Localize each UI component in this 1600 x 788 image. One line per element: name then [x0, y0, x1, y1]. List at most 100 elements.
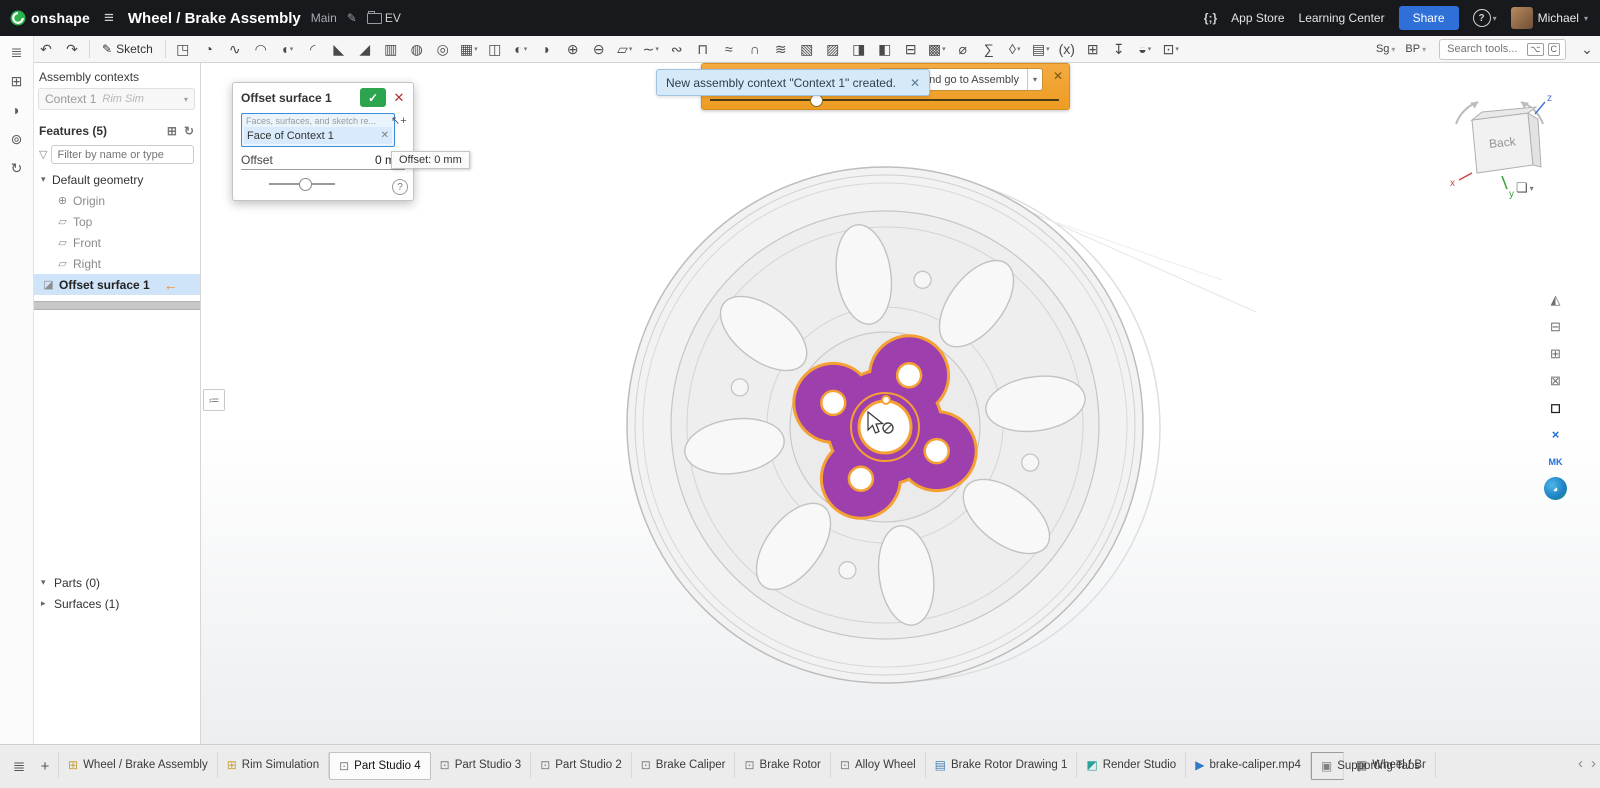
sweep-icon[interactable]: ∿: [222, 38, 248, 60]
insert-feature-icon[interactable]: ⊞: [167, 124, 177, 138]
toast-close-icon[interactable]: ✕: [910, 76, 920, 90]
x-app-icon[interactable]: ×: [1544, 423, 1567, 446]
chamfer-icon[interactable]: ◣: [326, 38, 352, 60]
share-button[interactable]: Share: [1399, 6, 1459, 30]
boundary-surface-icon[interactable]: ▧: [794, 38, 820, 60]
comments-icon[interactable]: ◗: [6, 99, 28, 121]
panel-resize-handle[interactable]: ≔: [203, 389, 225, 411]
thicken-icon[interactable]: ◖ ▾: [274, 38, 300, 60]
offset-value-input[interactable]: 0 mm: [273, 153, 405, 167]
feature-list-icon[interactable]: ≣: [6, 41, 28, 63]
offset-input-row[interactable]: Offset 0 mm: [241, 153, 405, 170]
configurations-icon[interactable]: ⊞: [6, 70, 28, 92]
appearance-icon[interactable]: ◒ ▾: [1132, 38, 1158, 60]
document-location[interactable]: EV: [367, 11, 401, 25]
hub-center-bore[interactable]: [859, 401, 911, 453]
add-tab-button[interactable]: +: [32, 753, 58, 779]
mk-app-icon[interactable]: MK: [1544, 450, 1567, 473]
feature-tree-item[interactable]: ▱ Front: [33, 232, 200, 253]
frame-icon[interactable]: ▤ ▾: [1028, 38, 1054, 60]
document-tab[interactable]: ⊡ Part Studio 3: [431, 752, 532, 778]
document-tab[interactable]: ▶ brake-caliper.mp4: [1186, 752, 1311, 778]
split-icon[interactable]: ◗: [534, 38, 560, 60]
tab-manager-icon[interactable]: ≣: [6, 753, 32, 779]
feature-tree-item[interactable]: ▱ Top: [33, 211, 200, 232]
toolbar-overflow-icon[interactable]: ⌄: [1574, 38, 1600, 60]
document-tab[interactable]: ⊡ Brake Caliper: [632, 752, 736, 778]
named-positions-icon[interactable]: ⊡ ▾: [1158, 38, 1184, 60]
rename-icon[interactable]: ✎: [347, 11, 357, 25]
document-tab[interactable]: ⊡ Part Studio 4: [329, 752, 431, 780]
hide-others-icon[interactable]: ◭: [1544, 288, 1567, 311]
mass-properties-icon[interactable]: ∑: [976, 38, 1002, 60]
section-view-icon[interactable]: ⊟: [1544, 315, 1567, 338]
rib-icon[interactable]: ▥: [378, 38, 404, 60]
hamburger-menu-icon[interactable]: ≡: [100, 8, 118, 28]
replace-face-icon[interactable]: ◧: [872, 38, 898, 60]
offset-surface-icon[interactable]: ≋: [768, 38, 794, 60]
transform-icon[interactable]: ⊕: [560, 38, 586, 60]
project-curve-icon[interactable]: ⊓: [690, 38, 716, 60]
sketch-button[interactable]: ✎ Sketch: [94, 38, 161, 60]
globe-app-icon[interactable]: ◕: [1544, 477, 1567, 500]
fill-surface-icon[interactable]: ▨: [820, 38, 846, 60]
feature-filter-input[interactable]: [51, 145, 194, 164]
help-menu[interactable]: ? ▾: [1473, 9, 1497, 27]
app-store-link[interactable]: App Store: [1231, 11, 1284, 25]
derived-icon[interactable]: ⊞: [1080, 38, 1106, 60]
go-to-assembly-caret-icon[interactable]: ▾: [1027, 69, 1042, 90]
tab-scroll-right-icon[interactable]: ›: [1591, 755, 1596, 772]
custom-feature-sg-button[interactable]: Sg ▾: [1371, 39, 1400, 59]
document-tab[interactable]: ⊡ Brake Rotor: [735, 752, 830, 778]
history-icon[interactable]: ↻: [184, 124, 194, 138]
plane-icon[interactable]: ▱ ▾: [612, 38, 638, 60]
composite-curve-icon[interactable]: ≈: [716, 38, 742, 60]
linear-pattern-icon[interactable]: ▦ ▾: [456, 38, 482, 60]
fillet-icon[interactable]: ◜: [300, 38, 326, 60]
surfaces-list-header[interactable]: ▸ Surfaces (1): [33, 593, 200, 614]
offset-slider-handle[interactable]: [299, 178, 312, 191]
featurescript-icon[interactable]: {;}: [1204, 11, 1217, 25]
view-cube[interactable]: Back z x y: [1442, 88, 1557, 200]
feature-tree-item[interactable]: ◪ Offset surface 1 ←: [33, 274, 200, 295]
banner-close-icon[interactable]: ✕: [1053, 69, 1063, 83]
delete-part-icon[interactable]: ⊖: [586, 38, 612, 60]
onshape-logo[interactable]: onshape: [10, 10, 90, 26]
document-tab[interactable]: ▤ Brake Rotor Drawing 1: [926, 752, 1078, 778]
view-settings-button[interactable]: ❏ ▾: [1516, 180, 1534, 196]
curve-icon[interactable]: ∼ ▾: [638, 38, 664, 60]
chip-remove-icon[interactable]: ✕: [381, 130, 389, 141]
custom-feature-bp-button[interactable]: BP ▾: [1400, 39, 1431, 59]
delete-face-icon[interactable]: ⊟: [898, 38, 924, 60]
feature-tree-item[interactable]: ▱ Right: [33, 253, 200, 274]
revolve-icon[interactable]: ◔: [196, 38, 222, 60]
add-selection-cursor-icon[interactable]: ↖+: [391, 114, 407, 127]
user-menu[interactable]: Michael ▾: [1511, 7, 1588, 29]
selected-face-hub[interactable]: [795, 337, 974, 516]
document-tab[interactable]: ⊡ Part Studio 2: [531, 752, 632, 778]
document-tab[interactable]: ▣ Supporting Tabs: [1311, 752, 1344, 780]
rollback-arrow-icon[interactable]: ←: [164, 277, 178, 293]
display-options-icon[interactable]: ⊠: [1544, 369, 1567, 392]
expand-chevron-icon[interactable]: ▾: [41, 174, 52, 185]
feature-tree-item[interactable]: ▾ Default geometry: [33, 169, 200, 190]
cube-app-icon[interactable]: ◻: [1544, 396, 1567, 419]
helix-icon[interactable]: ∾: [664, 38, 690, 60]
document-tab[interactable]: ◩ Render Studio: [1077, 752, 1186, 778]
undo-button[interactable]: ↶: [33, 38, 59, 60]
sheet-metal-icon[interactable]: ◊ ▾: [1002, 38, 1028, 60]
context-slider-track[interactable]: [710, 99, 1059, 101]
relations-icon[interactable]: ⊚: [6, 128, 28, 150]
rollback-bar[interactable]: [33, 301, 200, 310]
redo-button[interactable]: ↷: [59, 38, 85, 60]
selection-field[interactable]: Faces, surfaces, and sketch re... Face o…: [241, 113, 395, 147]
dialog-confirm-button[interactable]: ✓: [360, 88, 386, 107]
boolean-icon[interactable]: ◐ ▾: [508, 38, 534, 60]
variable-icon[interactable]: (x): [1054, 38, 1080, 60]
workspace-name[interactable]: Main: [311, 11, 337, 25]
tab-scroll-left-icon[interactable]: ‹: [1578, 755, 1583, 772]
dialog-cancel-button[interactable]: ✕: [390, 88, 408, 107]
hole-icon[interactable]: ◎: [430, 38, 456, 60]
feature-tree-item[interactable]: ⊕ Origin: [33, 190, 200, 211]
assembly-context-selector[interactable]: Context 1 Rim Sim ▾: [38, 88, 195, 110]
